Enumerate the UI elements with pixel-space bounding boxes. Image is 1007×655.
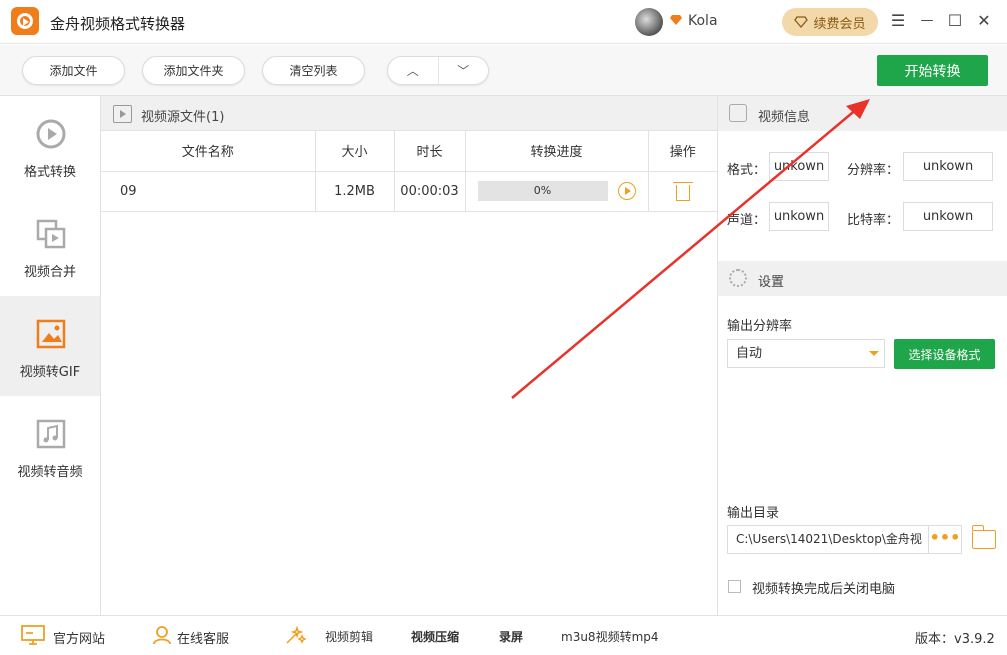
resolution-value: unkown — [903, 152, 993, 181]
sidebar-item-label: 视频合并 — [23, 265, 76, 280]
output-dir-field[interactable]: C:\Users\14021\Desktop\金舟视 ••• — [727, 525, 962, 554]
app-logo-icon — [11, 7, 39, 35]
progress-bar: 0% — [477, 181, 608, 201]
shutdown-checkbox[interactable] — [728, 580, 741, 593]
avatar[interactable] — [635, 8, 663, 36]
file-progress-cell: 0% — [465, 171, 649, 212]
shutdown-label: 视频转换完成后关闭电脑 — [752, 582, 896, 597]
format-label: 格式： — [727, 163, 767, 178]
channel-label: 声道： — [727, 213, 767, 228]
reorder-group: ︿ ﹀ — [387, 56, 489, 85]
sidebar-item-video-merge[interactable]: 视频合并 — [0, 196, 100, 296]
output-resolution-select[interactable]: 自动 — [727, 339, 885, 368]
start-convert-button[interactable]: 开始转换 — [877, 55, 988, 86]
sidebar-item-format-convert[interactable]: 格式转换 — [0, 96, 100, 196]
output-dir-label: 输出目录 — [727, 506, 780, 521]
sidebar: 格式转换 视频合并 视频转GIF 视频转音频 — [0, 96, 101, 615]
format-convert-icon — [36, 119, 66, 149]
bitrate-value: unkown — [903, 202, 993, 231]
sidebar-item-label: 视频转音频 — [17, 465, 83, 480]
version-label: 版本：v3.9.2 — [915, 632, 995, 647]
diamond-icon — [794, 16, 809, 28]
footer: 官方网站 在线客服 视频剪辑 视频压缩 录屏 m3u8视频转mp4 版本：v3.… — [0, 615, 1007, 655]
column-header-size: 大小 — [315, 131, 395, 172]
renew-membership-label: 续费会员 — [813, 16, 866, 32]
resolution-label: 分辨率： — [847, 163, 900, 178]
video-info-title: 视频信息 — [758, 110, 811, 125]
menu-icon[interactable]: ☰ — [887, 10, 909, 32]
move-up-button[interactable]: ︿ — [388, 57, 438, 84]
video-to-audio-icon — [36, 419, 66, 449]
file-duration: 00:00:03 — [394, 171, 466, 212]
column-header-duration: 时长 — [394, 131, 466, 172]
star-wand-icon — [286, 625, 307, 644]
video-info-icon — [729, 104, 747, 122]
title-bar: 金舟视频格式转换器 Kola 续费会员 ☰ — ☐ ✕ — [0, 0, 1007, 44]
official-website-link[interactable]: 官方网站 — [53, 628, 105, 647]
column-header-progress: 转换进度 — [465, 131, 649, 172]
video-to-gif-icon — [36, 319, 66, 349]
online-support-link[interactable]: 在线客服 — [177, 628, 229, 647]
video-edit-link[interactable]: 视频剪辑 — [325, 628, 373, 645]
output-resolution-value: 自动 — [736, 346, 763, 361]
bitrate-label: 比特率： — [847, 213, 900, 228]
video-merge-icon — [36, 219, 66, 249]
folder-icon[interactable] — [971, 525, 996, 549]
right-panel: 视频信息 格式： unkown 分辨率： unkown 声道： unkown 比… — [717, 96, 1007, 615]
more-button[interactable]: ••• — [928, 526, 961, 553]
play-icon[interactable] — [617, 182, 636, 200]
output-dir-path[interactable]: C:\Users\14021\Desktop\金舟视 — [728, 526, 928, 553]
trash-icon[interactable] — [672, 182, 693, 201]
settings-header: 设置 — [718, 261, 1007, 296]
file-list-title: 视频源文件(1) — [141, 110, 225, 125]
table-header-row: 文件名称 大小 时长 转换进度 操作 — [101, 131, 717, 172]
file-actions-cell — [648, 171, 717, 212]
film-icon — [113, 105, 132, 123]
file-list-header: 视频源文件(1) — [101, 96, 717, 131]
monitor-icon — [21, 625, 45, 645]
sidebar-item-video-to-audio[interactable]: 视频转音频 — [0, 396, 100, 496]
close-button[interactable]: ✕ — [973, 10, 995, 32]
clear-list-button[interactable]: 清空列表 — [262, 56, 365, 85]
file-table: 文件名称 大小 时长 转换进度 操作 09 1.2MB 00:00:03 0% — [101, 131, 717, 212]
select-device-format-button[interactable]: 选择设备格式 — [894, 339, 995, 369]
output-resolution-label: 输出分辨率 — [727, 319, 793, 334]
maximize-button[interactable]: ☐ — [944, 10, 966, 32]
file-size: 1.2MB — [315, 171, 395, 212]
format-value: unkown — [769, 152, 829, 181]
sidebar-item-video-to-gif[interactable]: 视频转GIF — [0, 296, 100, 396]
sidebar-item-label: 格式转换 — [23, 165, 76, 180]
add-file-button[interactable]: 添加文件 — [22, 56, 125, 85]
renew-membership-button[interactable]: 续费会员 — [782, 8, 878, 36]
support-icon — [153, 626, 171, 645]
app-title: 金舟视频格式转换器 — [50, 15, 186, 33]
username[interactable]: Kola — [688, 13, 718, 29]
video-info-header: 视频信息 — [718, 96, 1007, 131]
add-folder-button[interactable]: 添加文件夹 — [142, 56, 245, 85]
minimize-button[interactable]: — — [916, 10, 938, 32]
table-row[interactable]: 09 1.2MB 00:00:03 0% — [101, 171, 717, 212]
channel-value: unkown — [769, 202, 829, 231]
screen-record-link[interactable]: 录屏 — [499, 628, 523, 645]
toolbar: 添加文件 添加文件夹 清空列表 ︿ ﹀ 开始转换 — [0, 45, 1007, 96]
column-header-name: 文件名称 — [101, 131, 316, 172]
settings-title: 设置 — [758, 275, 785, 290]
file-name: 09 — [101, 171, 316, 212]
move-down-button[interactable]: ﹀ — [437, 57, 489, 84]
chevron-down-icon — [869, 351, 879, 356]
vip-diamond-icon — [670, 15, 682, 25]
sidebar-item-label: 视频转GIF — [19, 365, 81, 380]
column-header-actions: 操作 — [648, 131, 717, 172]
m3u8-to-mp4-link[interactable]: m3u8视频转mp4 — [561, 628, 659, 645]
gear-icon — [729, 269, 747, 287]
video-compress-link[interactable]: 视频压缩 — [411, 628, 459, 645]
